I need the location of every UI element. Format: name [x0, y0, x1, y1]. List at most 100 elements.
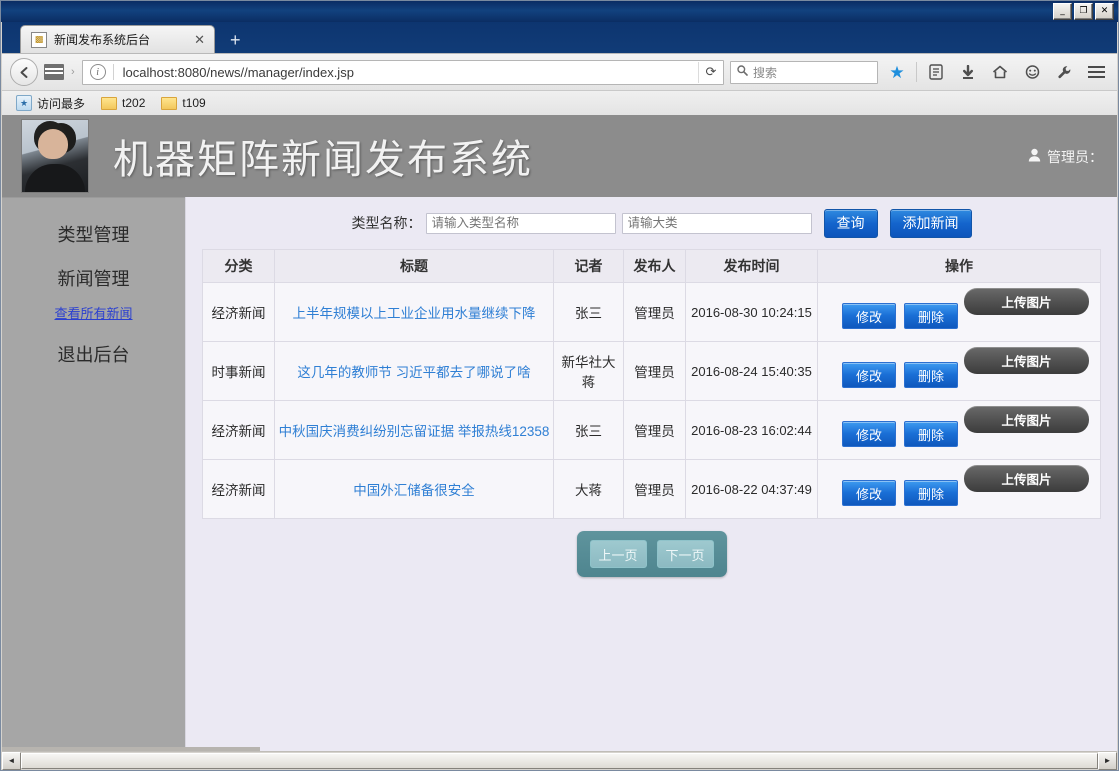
- add-news-button[interactable]: 添加新闻: [889, 208, 972, 238]
- column-header-time: 发布时间: [685, 249, 818, 283]
- cell-reporter: 张三: [553, 400, 624, 460]
- url-text[interactable]: localhost:8080/news//manager/index.jsp: [114, 65, 698, 80]
- cell-category: 时事新闻: [202, 341, 275, 401]
- news-title-link[interactable]: 中秋国庆消费纠纷别忘留证据 举报热线12358: [279, 424, 550, 439]
- sidebar-item-logout[interactable]: 退出后台: [2, 332, 185, 376]
- edit-button[interactable]: 修改: [842, 480, 896, 506]
- delete-button[interactable]: 删除: [904, 303, 958, 329]
- query-button[interactable]: 查询: [823, 208, 878, 238]
- app-menu-button[interactable]: [1083, 59, 1109, 85]
- scrollbar-track[interactable]: [21, 752, 1098, 769]
- bookmarks-bar: ★ 访问最多 t202 t109: [2, 90, 1117, 115]
- category-input[interactable]: [621, 212, 812, 234]
- table-row: 经济新闻 中秋国庆消费纠纷别忘留证据 举报热线12358 张三 管理员 2016…: [202, 400, 1101, 460]
- browser-window: _ ❐ ✕ ▩ 新闻发布系统后台 ✕ + › i localhost:8080/…: [0, 0, 1119, 771]
- type-name-input[interactable]: [425, 212, 616, 234]
- table-header-row: 分类 标题 记者 发布人 发布时间 操作: [202, 249, 1101, 283]
- browser-chrome: ▩ 新闻发布系统后台 ✕ + › i localhost:8080/news//…: [2, 22, 1117, 115]
- page-info-icon[interactable]: i: [89, 64, 106, 80]
- upload-image-button[interactable]: 上传图片: [964, 347, 1089, 374]
- address-bar[interactable]: i localhost:8080/news//manager/index.jsp…: [81, 59, 724, 85]
- share-smiley-icon[interactable]: [1019, 59, 1045, 85]
- downloads-icon[interactable]: [955, 59, 981, 85]
- cell-publisher: 管理员: [623, 282, 686, 342]
- operations-group: 修改 删除 上传图片: [819, 284, 1099, 340]
- bookmark-label: t202: [122, 96, 146, 110]
- upload-image-button[interactable]: 上传图片: [964, 465, 1089, 492]
- upload-image-button[interactable]: 上传图片: [964, 406, 1089, 433]
- browser-tab[interactable]: ▩ 新闻发布系统后台 ✕: [20, 25, 215, 53]
- admin-label: 管理员：: [1047, 149, 1103, 165]
- delete-button[interactable]: 删除: [904, 421, 958, 447]
- cell-category: 经济新闻: [202, 282, 275, 342]
- new-tab-button[interactable]: +: [224, 31, 247, 49]
- bookmark-t109[interactable]: t109: [155, 94, 211, 112]
- edit-button[interactable]: 修改: [842, 362, 896, 388]
- news-title-link[interactable]: 中国外汇储备很安全: [353, 483, 475, 498]
- window-titlebar: _ ❐ ✕: [1, 1, 1118, 22]
- close-button[interactable]: ✕: [1095, 3, 1114, 20]
- next-page-button[interactable]: 下一页: [656, 540, 714, 568]
- news-title-link[interactable]: 上半年规模以上工业企业用水量继续下降: [293, 306, 536, 321]
- hamburger-icon: [1087, 66, 1105, 78]
- news-title-link[interactable]: 这几年的教师节 习近平都去了哪说了啥: [297, 365, 530, 380]
- bookmark-most-visited[interactable]: ★ 访问最多: [10, 93, 91, 114]
- sidebar-item-view-all-news[interactable]: 查看所有新闻: [2, 300, 185, 332]
- scroll-right-arrow-icon[interactable]: ►: [1098, 751, 1117, 770]
- news-table: 分类 标题 记者 发布人 发布时间 操作 经济新闻 上半年规模以上工业企业用水量…: [202, 249, 1101, 519]
- scrollbar-thumb[interactable]: [21, 752, 1098, 769]
- sidebar-item-news-management[interactable]: 新闻管理: [2, 256, 185, 300]
- edit-button[interactable]: 修改: [842, 303, 896, 329]
- delete-button[interactable]: 删除: [904, 480, 958, 506]
- home-icon[interactable]: [987, 59, 1013, 85]
- folder-icon: [161, 96, 178, 110]
- cell-publisher: 管理员: [623, 459, 686, 519]
- bookmark-t202[interactable]: t202: [95, 94, 151, 112]
- main-content: 类型名称： 查询 添加新闻 分类 标题 记者: [185, 197, 1117, 754]
- news-favicon-icon: ▩: [31, 31, 47, 48]
- cell-title: 这几年的教师节 习近平都去了哪说了啥: [274, 341, 554, 401]
- horizontal-scrollbar[interactable]: ◄ ►: [2, 751, 1117, 770]
- site-identity-icon[interactable]: [44, 64, 64, 80]
- delete-button[interactable]: 删除: [904, 362, 958, 388]
- sidebar-item-type-management[interactable]: 类型管理: [2, 212, 185, 256]
- cell-reporter: 大蒋: [553, 459, 624, 519]
- column-header-title: 标题: [274, 249, 554, 283]
- cell-publisher: 管理员: [623, 400, 686, 460]
- most-visited-icon: ★: [16, 95, 32, 111]
- cell-time: 2016-08-22 04:37:49: [685, 459, 818, 519]
- table-row: 经济新闻 中国外汇储备很安全 大蒋 管理员 2016-08-22 04:37:4…: [202, 459, 1101, 519]
- cell-title: 中秋国庆消费纠纷别忘留证据 举报热线12358: [274, 400, 554, 460]
- back-button[interactable]: [10, 58, 38, 86]
- cell-operations: 修改 删除 上传图片: [817, 341, 1101, 401]
- bookmark-star-icon[interactable]: ★: [884, 59, 910, 85]
- type-name-label: 类型名称：: [351, 215, 422, 231]
- cell-category: 经济新闻: [202, 400, 275, 460]
- library-icon[interactable]: [923, 59, 949, 85]
- cell-time: 2016-08-30 10:24:15: [685, 282, 818, 342]
- maximize-button[interactable]: ❐: [1074, 3, 1093, 20]
- search-bar[interactable]: 搜索: [730, 60, 878, 84]
- page-body: 类型管理 新闻管理 查看所有新闻 退出后台 类型名称： 查询 添加新闻: [2, 197, 1117, 754]
- navigation-toolbar: › i localhost:8080/news//manager/index.j…: [2, 53, 1117, 90]
- column-header-reporter: 记者: [553, 249, 624, 283]
- cell-operations: 修改 删除 上传图片: [817, 282, 1101, 342]
- pagination-wrapper: 上一页 下一页: [203, 531, 1101, 577]
- table-row: 经济新闻 上半年规模以上工业企业用水量继续下降 张三 管理员 2016-08-3…: [202, 282, 1101, 342]
- upload-image-button[interactable]: 上传图片: [964, 288, 1089, 315]
- tab-strip: ▩ 新闻发布系统后台 ✕ +: [2, 22, 1117, 53]
- sidebar: 类型管理 新闻管理 查看所有新闻 退出后台: [2, 197, 185, 754]
- minimize-button[interactable]: _: [1053, 3, 1072, 20]
- column-header-publisher: 发布人: [623, 249, 686, 283]
- operations-group: 修改 删除 上传图片: [819, 343, 1099, 399]
- admin-info: 管理员：: [1028, 147, 1103, 167]
- search-input[interactable]: 搜索: [753, 64, 777, 81]
- developer-wrench-icon[interactable]: [1051, 59, 1077, 85]
- user-icon: [1028, 148, 1041, 166]
- reload-button[interactable]: ⟳: [698, 61, 723, 83]
- scroll-left-arrow-icon[interactable]: ◄: [2, 751, 21, 770]
- edit-button[interactable]: 修改: [842, 421, 896, 447]
- prev-page-button[interactable]: 上一页: [589, 540, 647, 568]
- cell-category: 经济新闻: [202, 459, 275, 519]
- close-tab-icon[interactable]: ✕: [191, 32, 208, 48]
